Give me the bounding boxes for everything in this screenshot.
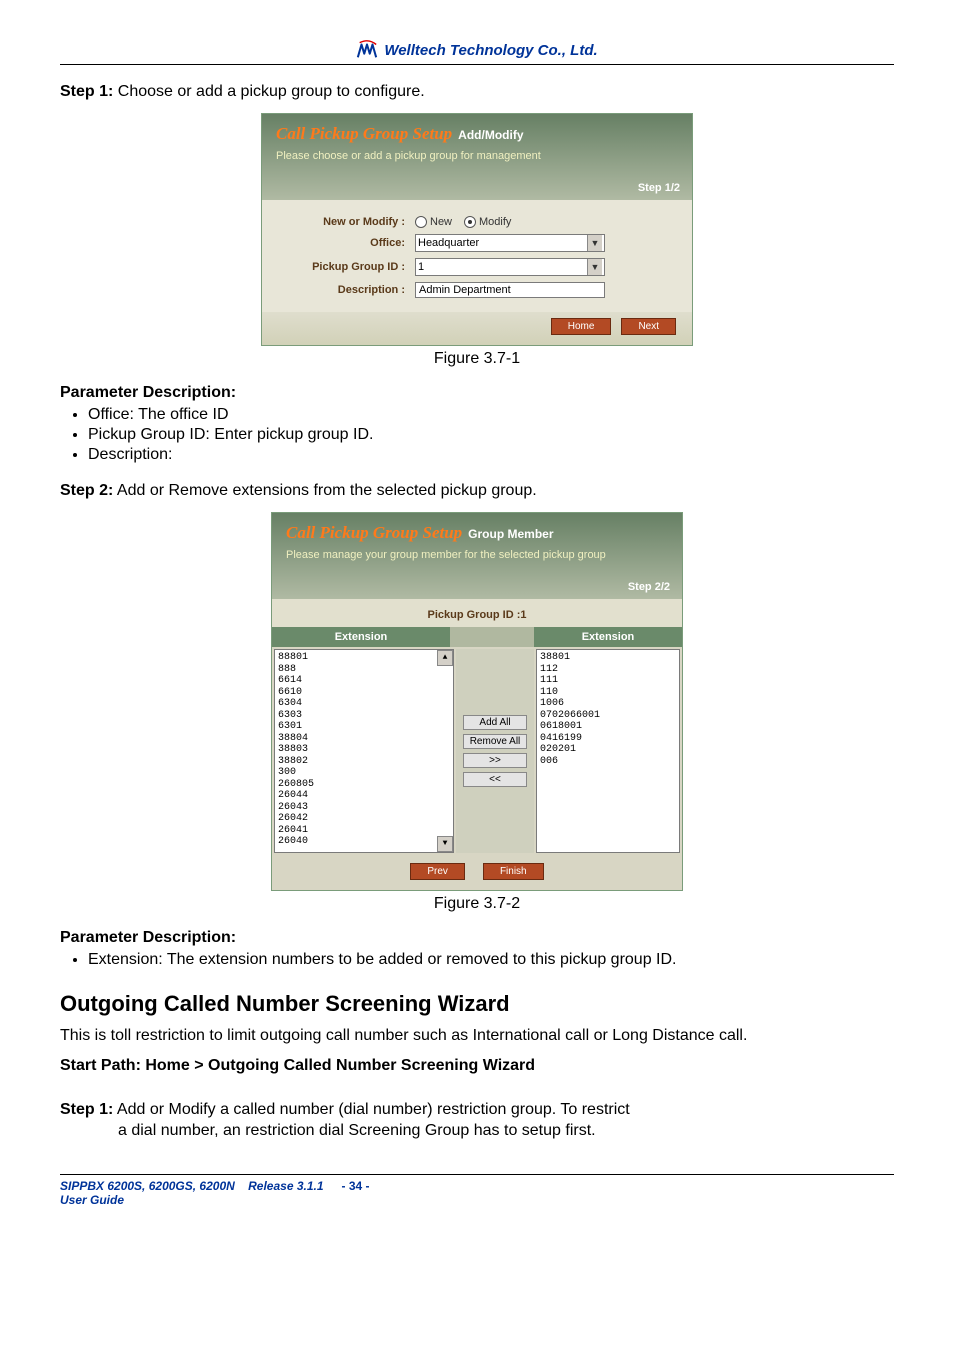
office-select[interactable]: Headquarter ▼ xyxy=(415,234,605,252)
step2-body: Add or Remove extensions from the select… xyxy=(113,482,536,499)
start-path: Start Path: Home > Outgoing Called Numbe… xyxy=(60,1057,894,1075)
step1-body: Choose or add a pickup group to configur… xyxy=(113,83,424,100)
home-button[interactable]: Home xyxy=(551,318,612,335)
step1-prefix: Step 1: xyxy=(60,83,113,100)
list-item: Extension: The extension numbers to be a… xyxy=(88,951,894,969)
right-list-content: 38801 112 111 110 1006 0702066001 061800… xyxy=(540,652,676,767)
office-value: Headquarter xyxy=(418,237,479,249)
fig2-caption: Figure 3.7-2 xyxy=(60,895,894,913)
pickup-group-id-value: 1 xyxy=(418,261,424,273)
footer-guide: User Guide xyxy=(60,1193,124,1207)
col-header-left: Extension xyxy=(272,627,450,647)
next-button[interactable]: Next xyxy=(621,318,676,335)
section-body: This is toll restriction to limit outgoi… xyxy=(60,1025,894,1047)
chevron-down-icon: ▼ xyxy=(587,259,602,275)
fig1-title-left: Call Pickup Group Setup xyxy=(276,124,452,144)
col-header-right: Extension xyxy=(534,627,682,647)
list-item: Pickup Group ID: Enter pickup group ID. xyxy=(88,426,894,444)
list-item: Description: xyxy=(88,446,894,464)
step2-text: Step 2: Add or Remove extensions from th… xyxy=(60,482,894,500)
label-office: Office: xyxy=(280,237,415,249)
step1-text: Step 1: Choose or add a pickup group to … xyxy=(60,83,894,101)
fig1-caption: Figure 3.7-1 xyxy=(60,350,894,368)
fig1-subtitle: Please choose or add a pickup group for … xyxy=(276,150,541,162)
label-description: Description : xyxy=(280,284,415,296)
fig1-title-right: Add/Modify xyxy=(458,128,523,142)
radio-new-label: New xyxy=(430,216,452,228)
prev-button[interactable]: Prev xyxy=(410,863,465,880)
step1b-prefix: Step 1: xyxy=(60,1101,113,1118)
footer-product: SIPPBX 6200S, 6200GS, 6200N xyxy=(60,1179,235,1193)
param-desc-2-list: Extension: The extension numbers to be a… xyxy=(88,951,894,969)
radio-dot-icon xyxy=(415,216,427,228)
page-footer: SIPPBX 6200S, 6200GS, 6200N Release 3.1.… xyxy=(60,1174,894,1207)
section-heading: Outgoing Called Number Screening Wizard xyxy=(60,991,894,1017)
pickup-group-id-select[interactable]: 1 ▼ xyxy=(415,258,605,276)
move-left-button[interactable]: << xyxy=(463,772,527,787)
company-name: Welltech Technology Co., Ltd. xyxy=(384,42,597,59)
fig2-panel: Call Pickup Group Setup Group Member Ple… xyxy=(271,512,683,891)
remove-all-button[interactable]: Remove All xyxy=(463,734,527,749)
left-list-content: 88801 888 6614 6610 6304 6303 6301 38804… xyxy=(278,652,450,848)
footer-release: Release 3.1.1 xyxy=(248,1179,323,1193)
transfer-buttons: Add All Remove All >> << xyxy=(456,649,534,853)
radio-dot-checked-icon xyxy=(464,216,476,228)
col-header-mid xyxy=(450,627,534,647)
fig1-header: Call Pickup Group Setup Add/Modify Pleas… xyxy=(262,114,692,200)
radio-new[interactable]: New xyxy=(415,216,452,228)
fig2-title-left: Call Pickup Group Setup xyxy=(286,523,462,543)
fig2-header: Call Pickup Group Setup Group Member Ple… xyxy=(272,513,682,599)
step1b-line2: a dial number, an restriction dial Scree… xyxy=(118,1122,596,1139)
footer-page: - 34 - xyxy=(342,1179,370,1193)
fig1-panel: Call Pickup Group Setup Add/Modify Pleas… xyxy=(261,113,693,346)
label-new-or-modify: New or Modify : xyxy=(280,216,415,228)
columns-header: Extension Extension xyxy=(272,627,682,647)
page-header: Welltech Technology Co., Ltd. xyxy=(60,40,894,65)
label-pickup-group-id: Pickup Group ID : xyxy=(280,261,415,273)
step2-prefix: Step 2: xyxy=(60,482,113,499)
list-item: Office: The office ID xyxy=(88,406,894,424)
fig2-title-right: Group Member xyxy=(468,527,553,541)
chevron-down-icon: ▼ xyxy=(587,235,602,251)
fig2-step-badge: Step 2/2 xyxy=(628,581,670,593)
step1b-text: Step 1: Add or Modify a called number (d… xyxy=(60,1099,894,1142)
add-all-button[interactable]: Add All xyxy=(463,715,527,730)
fig2-subtitle: Please manage your group member for the … xyxy=(286,549,606,561)
description-input[interactable] xyxy=(415,282,605,298)
param-desc-2-heading: Parameter Description: xyxy=(60,929,894,947)
right-listbox[interactable]: 38801 112 111 110 1006 0702066001 061800… xyxy=(536,649,680,853)
param-desc-1-heading: Parameter Description: xyxy=(60,384,894,402)
scroll-up-icon[interactable]: ▲ xyxy=(437,650,453,666)
param-desc-1-list: Office: The office ID Pickup Group ID: E… xyxy=(88,406,894,464)
radio-modify-label: Modify xyxy=(479,216,511,228)
scroll-down-icon[interactable]: ▼ xyxy=(437,836,453,852)
step1b-line1: Add or Modify a called number (dial numb… xyxy=(113,1101,629,1118)
radio-modify[interactable]: Modify xyxy=(464,216,511,228)
left-listbox[interactable]: ▲ 88801 888 6614 6610 6304 6303 6301 388… xyxy=(274,649,454,853)
move-right-button[interactable]: >> xyxy=(463,753,527,768)
pickup-group-id-label: Pickup Group ID :1 xyxy=(272,599,682,627)
finish-button[interactable]: Finish xyxy=(483,863,544,880)
logo-icon xyxy=(356,40,378,60)
fig1-step-badge: Step 1/2 xyxy=(638,182,680,194)
